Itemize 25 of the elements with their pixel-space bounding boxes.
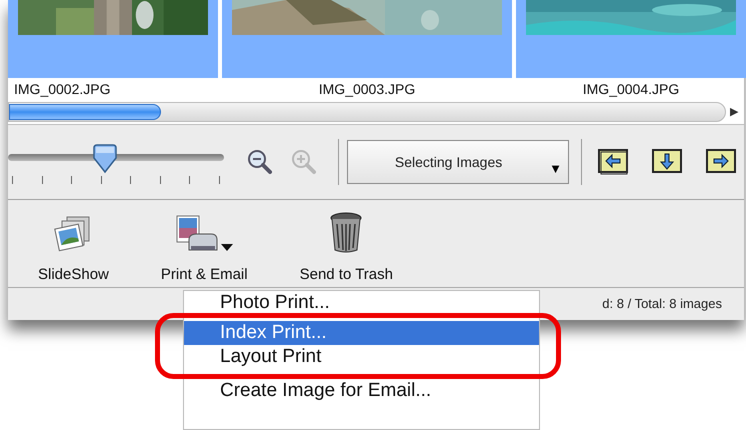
- menu-item[interactable]: Photo Print...: [184, 291, 539, 315]
- menu-item[interactable]: Index Print...: [184, 321, 539, 345]
- file-name: IMG_0002.JPG: [14, 80, 110, 99]
- mode-dropdown[interactable]: Selecting Images ▼: [347, 140, 569, 184]
- file-name: IMG_0004.JPG: [582, 80, 680, 99]
- caret-icon[interactable]: [221, 244, 234, 252]
- thumbnail-cell[interactable]: [8, 0, 218, 78]
- trash-button[interactable]: Send to Trash: [294, 210, 399, 286]
- dropdown-arrow[interactable]: ▼: [549, 159, 562, 179]
- thumbnail-cell[interactable]: [222, 0, 512, 78]
- move-down-button[interactable]: [652, 149, 684, 175]
- file-name: IMG_0003.JPG: [318, 80, 416, 99]
- move-left-button[interactable]: [598, 149, 630, 175]
- zoom-out-icon[interactable]: [246, 149, 272, 175]
- horizontal-scrollbar[interactable]: [8, 102, 726, 122]
- trash-can-icon: [329, 212, 364, 254]
- thumbnail-cell[interactable]: [516, 0, 746, 78]
- menu-item[interactable]: Layout Print: [184, 345, 539, 369]
- slider-thumb[interactable]: [92, 144, 118, 174]
- scroll-right-arrow[interactable]: ▶: [726, 104, 742, 120]
- menu-item[interactable]: Create Image for Email...: [184, 379, 539, 403]
- status-text: d: 8 / Total: 8 images: [602, 295, 722, 314]
- slideshow-button[interactable]: SlideShow: [32, 210, 115, 286]
- print-button[interactable]: Print & Email: [154, 210, 254, 286]
- move-right-button[interactable]: [706, 149, 738, 175]
